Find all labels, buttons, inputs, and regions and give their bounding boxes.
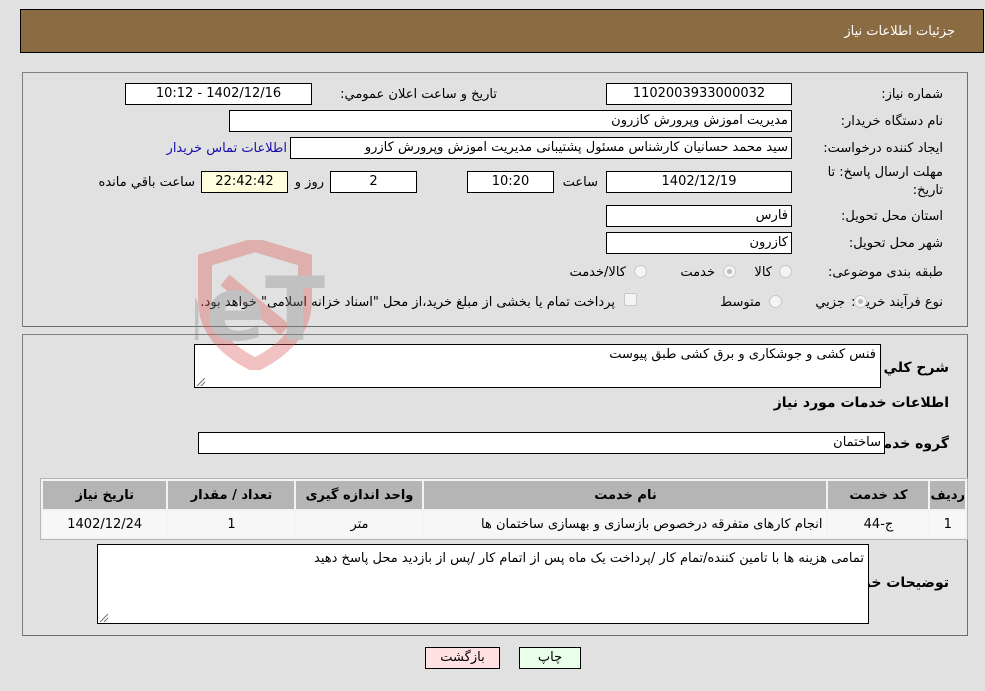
process-radio-medium[interactable] — [769, 295, 782, 308]
buyer-org-field: مدیریت اموزش وپرورش کازرون — [229, 110, 792, 132]
table-header-row: ردیف کد خدمت نام خدمت واحد اندازه گیری ت… — [43, 481, 965, 509]
process-radio-minor[interactable] — [854, 295, 867, 308]
col-quantity: تعداد / مقدار — [168, 481, 295, 509]
days-label: روز و — [294, 175, 324, 190]
remaining-time-field: 22:42:42 — [201, 171, 288, 193]
category-option-goods: کالا — [754, 265, 772, 280]
cell-row-number: 1 — [930, 511, 965, 537]
remaining-days-field: 2 — [330, 171, 417, 193]
province-field: فارس — [606, 205, 792, 227]
buyer-notes-text: تمامی هزینه ها با تامین کننده/تمام کار /… — [314, 551, 864, 566]
col-row-number: ردیف — [930, 481, 965, 509]
page-header: جزئیات اطلاعات نیاز — [20, 9, 984, 53]
treasury-payment-note: پرداخت تمام یا بخشی از مبلغ خرید،از محل … — [200, 295, 615, 310]
need-number-field: 1102003933000032 — [606, 83, 792, 105]
services-table: ردیف کد خدمت نام خدمت واحد اندازه گیری ت… — [40, 478, 968, 540]
process-option-medium: متوسط — [720, 295, 761, 310]
need-number-label: شماره نیاز: — [881, 87, 943, 102]
province-label: استان محل تحویل: — [841, 209, 943, 224]
page-title: جزئیات اطلاعات نیاز — [844, 24, 955, 39]
category-option-service: خدمت — [680, 265, 715, 280]
cell-quantity: 1 — [168, 511, 295, 537]
services-heading: اطلاعات خدمات مورد نیاز — [773, 395, 949, 411]
buyer-org-label: نام دستگاه خریدار: — [840, 114, 943, 129]
announce-date-field: 1402/12/16 - 10:12 — [125, 83, 312, 105]
print-button[interactable]: چاپ — [519, 647, 581, 669]
process-option-minor: جزيي — [815, 295, 845, 310]
deadline-time-label: ساعت — [562, 175, 598, 190]
deadline-label-date: تاریخ: — [912, 183, 943, 198]
deadline-time-field: 10:20 — [467, 171, 554, 193]
cell-unit: متر — [296, 511, 423, 537]
creator-field: سید محمد حسانیان کارشناس مسئول پشتیبانی … — [290, 137, 792, 159]
cell-service-name: انجام کارهای متفرقه درخصوص بازسازی و بهس… — [424, 511, 827, 537]
need-details-panel: شرح کلي نیاز: فنس کشی و جوشکاری و برق کش… — [22, 334, 968, 636]
cell-need-date: 1402/12/24 — [43, 511, 167, 537]
resize-handle-icon[interactable] — [100, 614, 108, 622]
need-info-panel: شماره نیاز: 1102003933000032 تاریخ و ساع… — [22, 72, 968, 327]
remaining-time-label: ساعت باقي مانده — [98, 175, 195, 190]
back-button[interactable]: بازگشت — [425, 647, 500, 669]
col-unit: واحد اندازه گیری — [296, 481, 423, 509]
creator-label: ایجاد کننده درخواست: — [823, 141, 943, 156]
col-service-code: کد خدمت — [828, 481, 929, 509]
summary-text: فنس کشی و جوشکاری و برق کشی طبق پیوست — [609, 347, 876, 362]
table-row: 1 ج-44 انجام کارهای متفرقه درخصوص بازساز… — [43, 511, 965, 537]
col-need-date: تاریخ نیاز — [43, 481, 167, 509]
resize-handle-icon[interactable] — [197, 378, 205, 386]
category-radio-goods-service[interactable] — [634, 265, 647, 278]
deadline-date-field: 1402/12/19 — [606, 171, 792, 193]
buyer-notes-textarea[interactable]: تمامی هزینه ها با تامین کننده/تمام کار /… — [97, 544, 869, 624]
treasury-payment-checkbox[interactable] — [624, 293, 637, 306]
category-option-goods-service: کالا/خدمت — [569, 265, 626, 280]
summary-textarea[interactable]: فنس کشی و جوشکاری و برق کشی طبق پیوست — [194, 344, 881, 388]
cell-service-code: ج-44 — [828, 511, 929, 537]
service-group-field: ساختمان — [198, 432, 885, 454]
city-label: شهر محل تحویل: — [848, 236, 943, 251]
category-radio-service[interactable] — [723, 265, 736, 278]
city-field: کازرون — [606, 232, 792, 254]
announce-date-label: تاریخ و ساعت اعلان عمومي: — [340, 87, 497, 102]
col-service-name: نام خدمت — [424, 481, 827, 509]
category-label: طبقه بندی موضوعی: — [827, 265, 943, 280]
buyer-contact-link[interactable]: اطلاعات تماس خریدار — [167, 141, 287, 156]
deadline-label: مهلت ارسال پاسخ: تا — [827, 165, 943, 180]
category-radio-goods[interactable] — [779, 265, 792, 278]
